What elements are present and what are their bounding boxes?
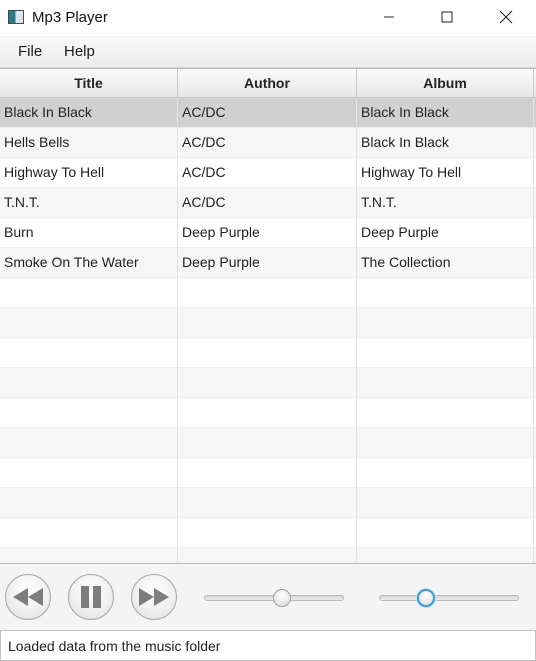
cell-author [178,338,357,368]
cell-album [357,488,534,518]
empty-table-row[interactable] [0,548,536,563]
player-controls [0,565,536,629]
cell-title [0,488,178,518]
cell-author [178,368,357,398]
cell-author [178,488,357,518]
cell-album [357,518,534,548]
fast-forward-button[interactable] [131,574,177,620]
empty-table-row[interactable] [0,308,536,338]
table-row[interactable]: Burn Deep Purple Deep Purple [0,218,536,248]
table-row[interactable]: Hells Bells AC/DC Black In Black [0,128,536,158]
cell-author [178,458,357,488]
table-body: Black In Black AC/DC Black In Black Hells B… [0,98,536,563]
status-bar: Loaded data from the music folder [0,630,536,661]
table-row[interactable]: Black In Black AC/DC Black In Black [0,98,536,128]
window-title: Mp3 Player [32,9,108,26]
cell-title [0,368,178,398]
cell-title [0,398,178,428]
app-icon [8,10,24,24]
column-header-album[interactable]: Album [357,69,534,97]
pause-icon [81,586,101,608]
menu-help[interactable]: Help [64,43,95,60]
cell-title [0,308,178,338]
close-button[interactable] [477,0,535,34]
fast-forward-icon [139,588,169,606]
cell-title: Highway To Hell [0,158,178,188]
cell-author [178,308,357,338]
cell-album: Deep Purple [357,218,534,248]
table-row[interactable]: T.N.T. AC/DC T.N.T. [0,188,536,218]
pause-button[interactable] [68,574,114,620]
rewind-icon [13,588,43,606]
volume-slider-thumb[interactable] [416,589,435,607]
column-header-title[interactable]: Title [0,69,178,97]
empty-table-row[interactable] [0,368,536,398]
empty-table-row[interactable] [0,488,536,518]
maximize-icon [441,11,453,23]
menu-file[interactable]: File [18,43,42,60]
mp3-player-window: Mp3 Player File Help Title Author Album [0,0,536,661]
cell-album [357,278,534,308]
close-icon [499,10,513,24]
table-row[interactable]: Highway To Hell AC/DC Highway To Hell [0,158,536,188]
status-text: Loaded data from the music folder [8,638,221,654]
cell-album: Highway To Hell [357,158,534,188]
cell-title: T.N.T. [0,188,178,218]
minimize-icon [384,16,394,18]
cell-title [0,458,178,488]
empty-table-row[interactable] [0,278,536,308]
cell-title [0,278,178,308]
rewind-button[interactable] [5,574,51,620]
cell-author [178,548,357,563]
cell-album [357,368,534,398]
cell-title [0,338,178,368]
cell-album [357,338,534,368]
cell-author: AC/DC [178,158,357,188]
cell-title: Hells Bells [0,128,178,158]
cell-author: Deep Purple [178,248,357,278]
table-header: Title Author Album [0,69,536,98]
empty-table-row[interactable] [0,458,536,488]
cell-title: Black In Black [0,98,178,128]
menu-bar: File Help [0,37,536,68]
cell-title: Burn [0,218,178,248]
cell-author: Deep Purple [178,218,357,248]
cell-author [178,278,357,308]
maximize-button[interactable] [418,0,476,34]
cell-title [0,518,178,548]
table-row[interactable]: Smoke On The Water Deep Purple The Collect… [0,248,536,278]
cell-title: Smoke On The Water [0,248,178,278]
column-header-author[interactable]: Author [178,69,357,97]
cell-album [357,458,534,488]
cell-author: AC/DC [178,98,357,128]
cell-author [178,428,357,458]
progress-slider[interactable] [204,589,344,607]
progress-slider-thumb[interactable] [273,589,292,607]
cell-author [178,398,357,428]
cell-album: The Collection [357,248,534,278]
cell-title [0,548,178,563]
empty-table-row[interactable] [0,428,536,458]
empty-table-row[interactable] [0,518,536,548]
title-bar: Mp3 Player [0,0,536,36]
empty-table-row[interactable] [0,338,536,368]
cell-author [178,518,357,548]
cell-author: AC/DC [178,128,357,158]
volume-slider[interactable] [379,589,519,607]
song-table[interactable]: Title Author Album Black In Black AC/DC Bl… [0,68,536,564]
cell-album [357,548,534,563]
cell-album: T.N.T. [357,188,534,218]
cell-album: Black In Black [357,128,534,158]
cell-title [0,428,178,458]
cell-album: Black In Black [357,98,534,128]
cell-album [357,308,534,338]
empty-table-row[interactable] [0,398,536,428]
minimize-button[interactable] [360,0,418,34]
cell-album [357,398,534,428]
cell-author: AC/DC [178,188,357,218]
cell-album [357,428,534,458]
